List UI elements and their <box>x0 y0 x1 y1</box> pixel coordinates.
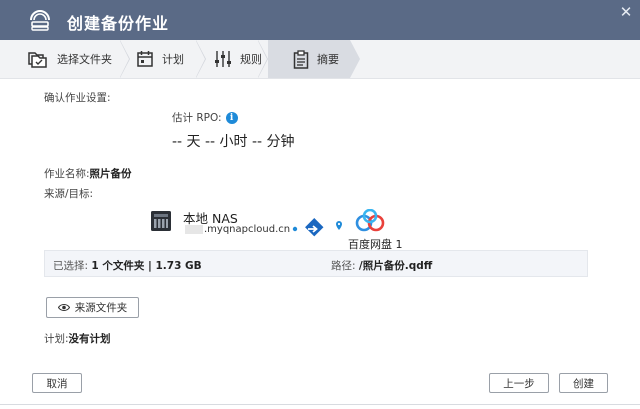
schedule-row: 计划:没有计划 <box>44 331 111 346</box>
create-button[interactable]: 创建 <box>559 373 608 393</box>
step-label: 选择文件夹 <box>57 53 112 66</box>
rpo-value: -- 天 -- 小时 -- 分钟 <box>172 134 295 150</box>
step-label: 摘要 <box>317 53 339 66</box>
rpo-label-row: 估计 RPO: i <box>172 110 238 125</box>
clipboard-icon <box>293 49 309 69</box>
step-rules[interactable]: 规则 <box>214 40 262 78</box>
source-folder-button-label: 来源文件夹 <box>74 302 128 314</box>
eye-icon <box>57 303 70 312</box>
calendar-icon <box>137 51 153 67</box>
selection-summary-box: 已选择: 1 个文件夹 | 1.73 GB 路径: /照片备份.qdff <box>44 250 588 277</box>
step-separator <box>196 41 205 77</box>
cancel-button[interactable]: 取消 <box>32 373 82 393</box>
job-name-label: 作业名称: <box>44 168 90 180</box>
source-folder-button[interactable]: 来源文件夹 <box>46 297 139 318</box>
nas-device-icon <box>151 211 171 231</box>
window-title: 创建备份作业 <box>67 14 170 33</box>
baidu-cloud-icon <box>355 209 385 232</box>
backup-direction-arrow-icon <box>292 218 342 237</box>
schedule-value: 没有计划 <box>68 333 111 345</box>
sliders-icon <box>215 51 231 67</box>
step-separator <box>120 41 129 77</box>
folder-select-icon <box>28 52 47 68</box>
confirm-heading: 确认作业设置: <box>44 92 111 104</box>
step-summary[interactable]: 摘要 <box>293 40 339 78</box>
step-schedule[interactable]: 计划 <box>136 40 184 78</box>
path-value: /照片备份.qdff <box>358 260 433 272</box>
source-nas-host: .myqnapcloud.cn <box>204 224 291 235</box>
rpo-label: 估计 RPO: <box>172 112 222 124</box>
source-nas-host-row: .myqnapcloud.cn <box>185 224 290 235</box>
job-name-row: 作业名称:照片备份 <box>44 166 132 181</box>
close-button[interactable]: ✕ <box>618 4 634 20</box>
source-target-label: 来源/目标: <box>44 188 94 200</box>
info-icon[interactable]: i <box>225 111 238 124</box>
selected-info: 已选择: 1 个文件夹 | 1.73 GB <box>53 258 202 273</box>
redacted-hostname <box>185 224 203 234</box>
path-info: 路径: /照片备份.qdff <box>331 258 432 273</box>
selected-label: 已选择: <box>53 260 89 272</box>
previous-button[interactable]: 上一步 <box>489 373 549 393</box>
step-label: 计划 <box>162 53 184 66</box>
schedule-label: 计划: <box>44 333 69 345</box>
path-label: 路径: <box>331 260 356 272</box>
active-step-arrow <box>350 40 360 78</box>
job-name-value: 照片备份 <box>89 168 132 180</box>
step-label: 规则 <box>240 53 262 66</box>
title-bar: 创建备份作业 ✕ <box>0 0 640 40</box>
backup-app-icon <box>30 10 50 31</box>
selected-value: 1 个文件夹 | 1.73 GB <box>91 260 202 272</box>
step-select-folder[interactable]: 选择文件夹 <box>27 40 112 78</box>
window-bottom-border <box>0 404 640 405</box>
